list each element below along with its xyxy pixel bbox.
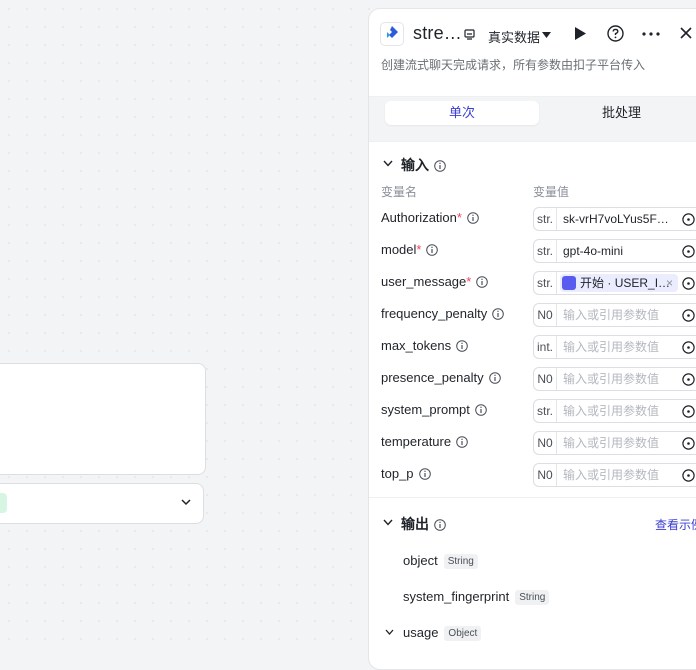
field-placeholder[interactable]: 输入或引用参数值 [563, 368, 659, 390]
variable-icon[interactable] [682, 309, 695, 322]
type-badge: N0 [534, 432, 557, 454]
type-badge: N0 [534, 464, 557, 486]
param-label: frequency_penalty [381, 306, 505, 321]
chevron-down-icon [181, 499, 191, 506]
output-section-title: 输出 [401, 514, 446, 534]
authorization-field[interactable]: str. sk-vrH7voLYus5F… [533, 207, 696, 231]
app-logo-icon [380, 22, 404, 46]
info-icon[interactable] [426, 244, 439, 256]
node-output-selector[interactable] [0, 483, 204, 524]
variable-value-header: 变量值 [533, 185, 570, 199]
type-badge: str. [534, 240, 557, 262]
info-icon [434, 519, 446, 531]
frequency-penalty-field[interactable]: N0 输入或引用参数值 [533, 303, 696, 327]
output-field: usage Object [403, 625, 482, 641]
field-value[interactable]: sk-vrH7voLYus5F… [563, 208, 669, 230]
run-mode-tabs: 单次 批处理 [369, 96, 696, 142]
caret-down-icon[interactable] [542, 32, 551, 38]
field-placeholder[interactable]: 输入或引用参数值 [563, 304, 659, 326]
param-label: model* [381, 242, 439, 257]
info-icon[interactable] [456, 436, 468, 448]
output-field: system_fingerprint String [403, 589, 550, 605]
info-icon [434, 160, 446, 172]
field-value[interactable]: gpt-4o-mini [563, 240, 623, 262]
type-badge: str. [534, 208, 557, 230]
variable-icon[interactable] [682, 245, 695, 258]
variable-icon[interactable] [682, 469, 695, 482]
node-tag [0, 493, 7, 513]
type-badge: int. [534, 336, 557, 358]
type-badge: N0 [534, 368, 557, 390]
param-label: user_message* [381, 274, 489, 289]
output-type-badge: String [515, 590, 550, 605]
model-field[interactable]: str. gpt-4o-mini [533, 239, 696, 263]
node-test-panel: stre… 真实数据 创建流式聊天完成请求，所有参数由扣子平台传入 单次 批处理… [368, 8, 696, 670]
temperature-field[interactable]: N0 输入或引用参数值 [533, 431, 696, 455]
system-prompt-field[interactable]: str. 输入或引用参数值 [533, 399, 696, 423]
field-placeholder[interactable]: 输入或引用参数值 [563, 336, 659, 358]
output-type-badge: Object [444, 626, 482, 641]
plugin-title: stre… [413, 23, 463, 43]
workflow-node-card[interactable] [0, 363, 206, 475]
param-label: Authorization* [381, 210, 479, 225]
plugin-description: 创建流式聊天完成请求，所有参数由扣子平台传入 [381, 58, 646, 72]
param-label: top_p [381, 466, 431, 481]
max-tokens-field[interactable]: int. 输入或引用参数值 [533, 335, 696, 359]
more-icon[interactable] [642, 32, 660, 36]
param-label: temperature [381, 434, 468, 449]
type-badge: str. [534, 400, 557, 422]
user-message-field[interactable]: str. 开始 · USER_I… × [533, 271, 696, 295]
help-icon[interactable] [607, 25, 624, 42]
variable-icon[interactable] [682, 277, 695, 290]
field-placeholder[interactable]: 输入或引用参数值 [563, 432, 659, 454]
play-icon[interactable] [574, 27, 586, 40]
field-placeholder[interactable]: 输入或引用参数值 [563, 464, 659, 486]
chevron-down-icon[interactable] [383, 519, 393, 526]
info-icon[interactable] [467, 212, 479, 224]
copy-icon[interactable] [464, 29, 475, 40]
variable-icon[interactable] [682, 437, 695, 450]
variable-reference-chip[interactable]: 开始 · USER_I… × [560, 274, 678, 292]
info-icon[interactable] [488, 372, 501, 384]
type-badge: N0 [534, 304, 557, 326]
info-icon[interactable] [456, 340, 468, 352]
variable-icon[interactable] [682, 213, 695, 226]
chevron-down-icon[interactable] [385, 629, 394, 635]
param-label: system_prompt [381, 402, 487, 417]
output-field: object String [403, 553, 478, 569]
data-mode-select[interactable]: 真实数据 [488, 27, 540, 46]
info-icon[interactable] [475, 404, 487, 416]
output-type-badge: String [443, 554, 478, 569]
presence-penalty-field[interactable]: N0 输入或引用参数值 [533, 367, 696, 391]
section-divider [369, 497, 696, 498]
variable-icon[interactable] [682, 341, 695, 354]
variable-icon[interactable] [682, 405, 695, 418]
input-section-title: 输入 [401, 155, 446, 175]
field-placeholder[interactable]: 输入或引用参数值 [563, 400, 659, 422]
top-p-field[interactable]: N0 输入或引用参数值 [533, 463, 696, 487]
chevron-down-icon[interactable] [383, 160, 393, 167]
variable-icon[interactable] [682, 373, 695, 386]
view-example-link[interactable]: 查看示例 [655, 516, 696, 533]
start-node-icon [562, 276, 576, 290]
param-label: max_tokens [381, 338, 468, 353]
close-icon[interactable] [680, 27, 692, 39]
variable-name-header: 变量名 [381, 185, 418, 199]
panel-header: stre… 真实数据 创建流式聊天完成请求，所有参数由扣子平台传入 [369, 9, 696, 89]
info-icon[interactable] [492, 308, 505, 320]
remove-reference-icon[interactable]: × [666, 274, 673, 292]
type-badge: str. [534, 272, 557, 294]
info-icon[interactable] [418, 468, 431, 480]
info-icon[interactable] [476, 276, 489, 288]
tab-single[interactable]: 单次 [385, 101, 539, 125]
param-label: presence_penalty [381, 370, 501, 385]
tab-batch[interactable]: 批处理 [602, 101, 641, 125]
